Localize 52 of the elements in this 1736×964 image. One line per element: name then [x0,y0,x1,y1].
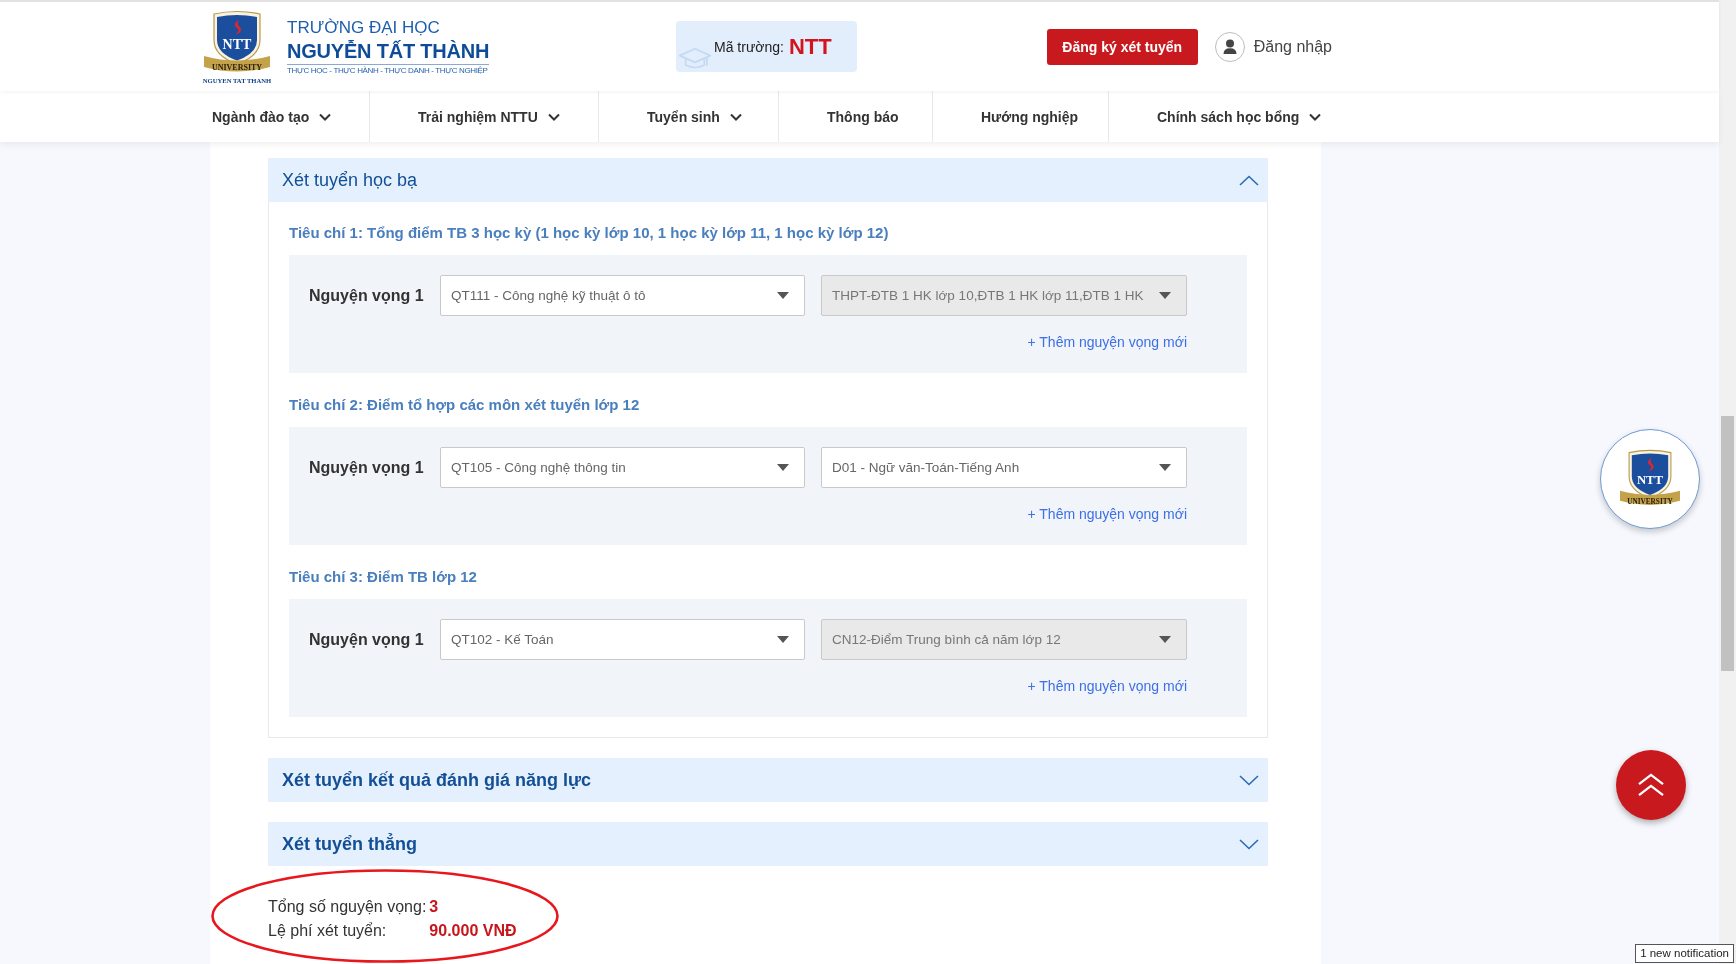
wish-label: Nguyện vọng 1 [309,630,424,649]
ribbon-drawing [204,55,270,71]
back-to-top-button[interactable] [1616,750,1686,820]
chevron-down-icon [547,112,560,121]
caret-icon [1159,464,1171,471]
chevron-down-icon [1309,112,1322,121]
wish-label: Nguyện vọng 1 [309,458,424,477]
school-line: TRƯỜNG ĐẠI HỌC [287,17,440,38]
caret-icon [777,292,789,299]
criterion-title: Tiêu chí 3: Điểm TB lớp 12 [289,567,478,587]
register-button[interactable]: Đăng ký xét tuyển [1046,28,1198,65]
combination-select[interactable]: D01 - Ngữ văn-Toán-Tiếng Anh [821,447,1187,488]
school-code-value: NTT [788,33,832,60]
chevron-down-icon [729,112,742,121]
scrollbar-thumb[interactable] [1721,416,1734,671]
school-code-label: Mã trường: [714,38,784,55]
summary-value: 90.000 VNĐ [429,921,517,941]
major-select[interactable]: QT111 - Công nghệ kỹ thuật ô tô [440,275,805,316]
chevron-down-icon [1239,838,1259,850]
add-wish-link[interactable]: + Thêm nguyện vọng mới [1027,332,1187,352]
caret-icon [1159,636,1171,643]
caret-icon [777,464,789,471]
major-select[interactable]: QT105 - Công nghệ thông tin [440,447,805,488]
accordion-header[interactable]: Xét tuyển thẳng [268,822,1268,866]
caret-icon [777,636,789,643]
major-select[interactable]: QT102 - Kế Toán [440,619,805,660]
tagline: THỰC HỌC - THỰC HÀNH - THỰC DANH - THỰC NGHIỆP [287,63,490,76]
criterion-title: Tiêu chí 1: Tổng điểm TB 3 học kỳ (1 học kỳ lớp 10, 1 học kỳ lớp 11, 1 học kỳ lớp 12) [289,223,890,243]
accordion-header[interactable]: Xét tuyển học bạ [268,158,1268,202]
nav-item[interactable]: Ngành đào tạo [200,91,369,142]
summary-label: Lệ phí xét tuyển: [268,921,387,941]
graduation-cap-icon [678,47,712,71]
chevron-up-icon [1239,174,1259,186]
summary-label: Tổng số nguyện vọng: [268,897,427,917]
logo-monogram: NTT [222,36,252,52]
add-wish-link[interactable]: + Thêm nguyện vọng mới [1027,676,1187,696]
summary-value: 3 [429,897,439,917]
double-chevron-up-icon [1637,773,1665,797]
chevron-down-icon [319,112,332,121]
login-link[interactable]: Đăng nhập [1214,31,1332,62]
notification-tooltip: 1 new notification [1635,944,1734,963]
ribbon-drawing [1620,490,1680,505]
wish-label: Nguyện vọng 1 [309,286,424,305]
criterion-title: Tiêu chí 2: Điểm tổ hợp các môn xét tuyển lớp 12 [289,395,641,415]
caret-icon [1159,292,1171,299]
accordion-header[interactable]: Xét tuyển kết quả đánh giá năng lực [268,758,1268,802]
school-name: NGUYỄN TẤT THÀNH [287,38,490,64]
chevron-down-icon [1239,774,1259,786]
logo-monogram: NTT [1636,473,1664,488]
add-wish-link[interactable]: + Thêm nguyện vọng mới [1027,504,1187,524]
user-icon [1214,31,1245,62]
logo-ribbon-text: UNIVERSITY [211,62,263,72]
